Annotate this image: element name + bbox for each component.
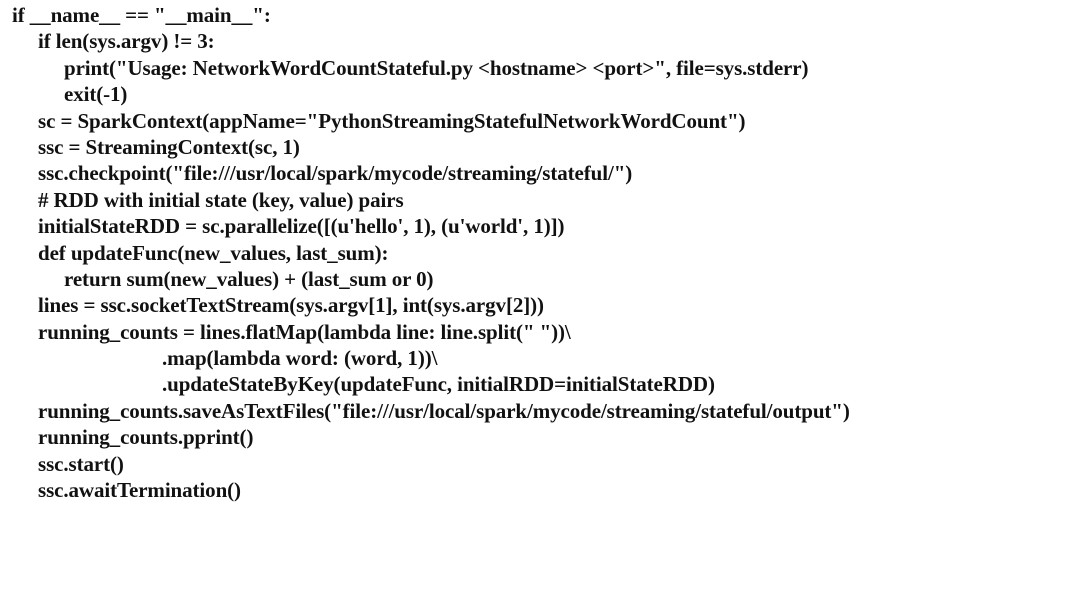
code-line-text: sc = SparkContext(appName="PythonStreami…: [38, 108, 746, 133]
code-line: lines = ssc.socketTextStream(sys.argv[1]…: [0, 292, 1066, 318]
code-line: ssc.awaitTermination(): [0, 477, 1066, 503]
code-line: def updateFunc(new_values, last_sum):: [0, 240, 1066, 266]
code-line-text: ssc.checkpoint("file:///usr/local/spark/…: [38, 161, 633, 186]
code-line-text: running_counts = lines.flatMap(lambda li…: [38, 319, 571, 344]
code-line: running_counts.saveAsTextFiles("file:///…: [0, 398, 1066, 424]
code-line: if len(sys.argv) != 3:: [0, 28, 1066, 54]
code-line-text: def updateFunc(new_values, last_sum):: [38, 240, 389, 265]
code-line-text: ssc = StreamingContext(sc, 1): [38, 134, 300, 159]
code-line: ssc.start(): [0, 451, 1066, 477]
code-line-text: running_counts.saveAsTextFiles("file:///…: [38, 398, 850, 423]
code-line: ssc.checkpoint("file:///usr/local/spark/…: [0, 160, 1066, 186]
code-line: running_counts = lines.flatMap(lambda li…: [0, 319, 1066, 345]
code-page: if __name__ == "__main__": if len(sys.ar…: [0, 0, 1066, 600]
code-line-text: ssc.awaitTermination(): [38, 478, 241, 503]
code-line: initialStateRDD = sc.parallelize([(u'hel…: [0, 213, 1066, 239]
code-line: exit(-1): [0, 81, 1066, 107]
code-line: if __name__ == "__main__":: [0, 2, 1066, 28]
code-line-text: return sum(new_values) + (last_sum or 0): [64, 266, 434, 291]
code-line-text: .updateStateByKey(updateFunc, initialRDD…: [162, 372, 715, 397]
code-line-text: ssc.start(): [38, 451, 124, 476]
code-line-text: initialStateRDD = sc.parallelize([(u'hel…: [38, 214, 565, 239]
code-line-text: running_counts.pprint(): [38, 425, 254, 450]
code-comment-text: # RDD with initial state (key, value) pa…: [38, 187, 404, 212]
code-block: if __name__ == "__main__": if len(sys.ar…: [0, 2, 1066, 503]
code-line: return sum(new_values) + (last_sum or 0): [0, 266, 1066, 292]
code-line: running_counts.pprint(): [0, 424, 1066, 450]
code-line-text: .map(lambda word: (word, 1))\: [162, 346, 438, 371]
code-line-text: if __name__ == "__main__":: [12, 3, 271, 27]
code-line-text: lines = ssc.socketTextStream(sys.argv[1]…: [38, 293, 544, 318]
code-line-text: if len(sys.argv) != 3:: [38, 29, 215, 54]
code-line: ssc = StreamingContext(sc, 1): [0, 134, 1066, 160]
code-line: print("Usage: NetworkWordCountStateful.p…: [0, 55, 1066, 81]
code-comment-line: # RDD with initial state (key, value) pa…: [0, 187, 1066, 213]
code-line-text: print("Usage: NetworkWordCountStateful.p…: [64, 55, 809, 80]
code-line: .updateStateByKey(updateFunc, initialRDD…: [0, 371, 1066, 397]
code-line: .map(lambda word: (word, 1))\: [0, 345, 1066, 371]
code-line: sc = SparkContext(appName="PythonStreami…: [0, 108, 1066, 134]
code-line-text: exit(-1): [64, 82, 128, 107]
